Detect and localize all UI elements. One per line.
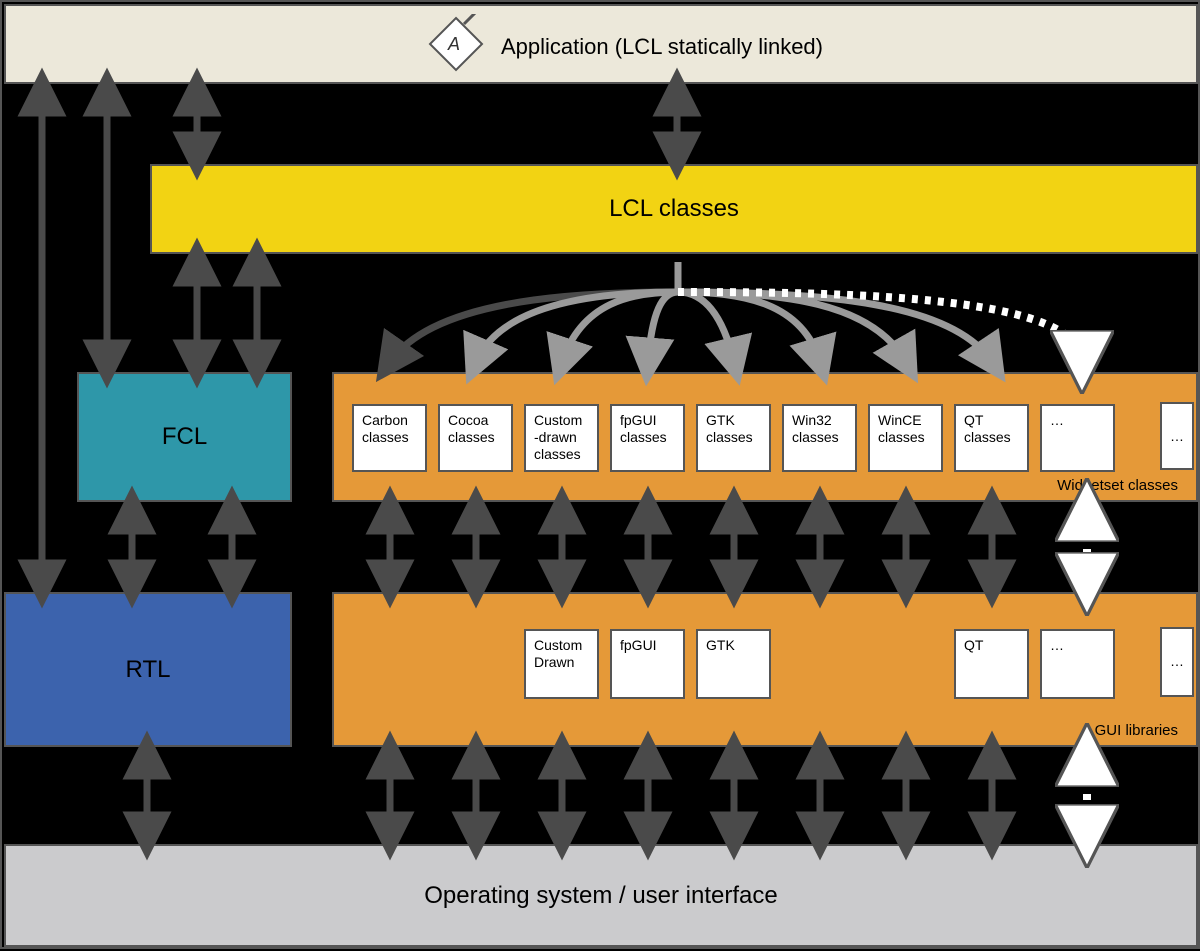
gui-fpgui: fpGUI <box>610 629 685 699</box>
os-layer: Operating system / user interface <box>4 844 1198 947</box>
ws-wince: WinCE classes <box>868 404 943 472</box>
widgetset-tag: Widgetset classes <box>1057 477 1178 494</box>
ws-cocoa: Cocoa classes <box>438 404 513 472</box>
fcl-layer: FCL <box>77 372 292 502</box>
ws-carbon: Carbon classes <box>352 404 427 472</box>
note-icon: A <box>426 14 486 74</box>
gui-more: … <box>1040 629 1115 699</box>
ws-gtk: GTK classes <box>696 404 771 472</box>
application-label: Application (LCL statically linked) <box>501 34 823 60</box>
lcl-label: LCL classes <box>609 195 739 223</box>
os-label: Operating system / user interface <box>424 882 777 910</box>
fcl-label: FCL <box>162 423 207 451</box>
application-layer: A Application (LCL statically linked) <box>4 4 1198 84</box>
diagram-canvas: A Application (LCL statically linked) LC… <box>0 0 1200 949</box>
gui-qt: QT <box>954 629 1029 699</box>
ws-qt: QT classes <box>954 404 1029 472</box>
ws-fpgui: fpGUI classes <box>610 404 685 472</box>
ws-custom: Custom -drawn classes <box>524 404 599 472</box>
svg-text:A: A <box>447 34 460 54</box>
gui-libraries-layer: Custom Drawn fpGUI GTK QT … GUI librarie… <box>332 592 1198 747</box>
ws-more-overflow: … <box>1160 402 1194 470</box>
gui-custom: Custom Drawn <box>524 629 599 699</box>
widgetset-layer: Carbon classes Cocoa classes Custom -dra… <box>332 372 1198 502</box>
gui-more-overflow: … <box>1160 627 1194 697</box>
gui-tag: GUI libraries <box>1095 722 1178 739</box>
ws-win32: Win32 classes <box>782 404 857 472</box>
rtl-layer: RTL <box>4 592 292 747</box>
gui-gtk: GTK <box>696 629 771 699</box>
lcl-layer: LCL classes <box>150 164 1198 254</box>
ws-more: … <box>1040 404 1115 472</box>
rtl-label: RTL <box>126 656 171 684</box>
